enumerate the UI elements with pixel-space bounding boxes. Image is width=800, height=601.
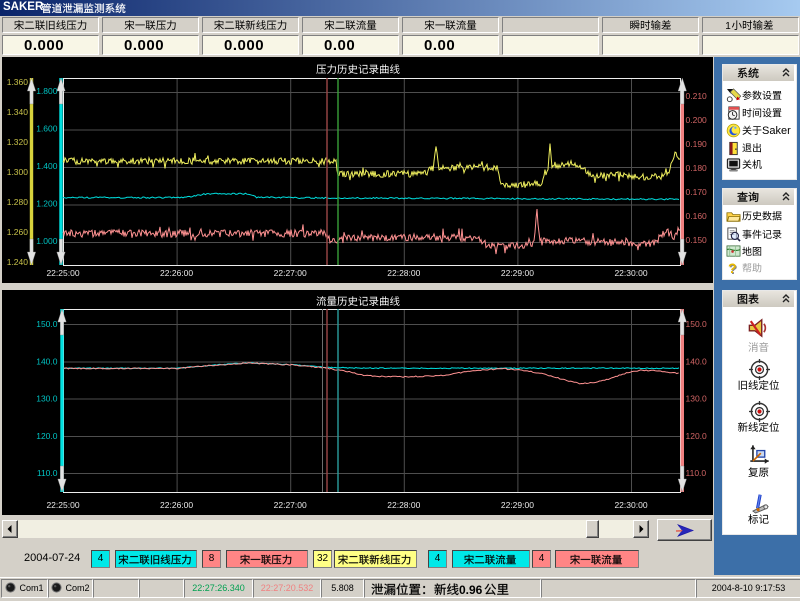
svg-text:1: 1 <box>725 21 731 32</box>
svg-text:0.96: 0.96 <box>459 583 483 597</box>
svg-text:Saker: Saker <box>762 125 791 137</box>
